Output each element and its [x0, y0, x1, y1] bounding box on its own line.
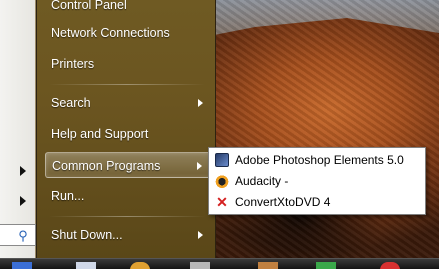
menu-item-network-connections[interactable]: Network Connections: [45, 20, 211, 46]
submenu-item-label: Audacity -: [235, 174, 289, 188]
start-menu-left-pane: ⚲: [0, 0, 36, 258]
submenu-item-convertxtodvd[interactable]: ✕ ConvertXtoDVD 4: [211, 192, 423, 213]
menu-item-label: Shut Down...: [51, 228, 123, 242]
menu-separator: [49, 216, 205, 217]
common-programs-submenu: Adobe Photoshop Elements 5.0 Audacity - …: [208, 147, 426, 215]
chevron-right-icon: [198, 99, 203, 107]
submenu-arrow-icon[interactable]: [20, 196, 26, 206]
menu-item-common-programs[interactable]: Common Programs: [45, 152, 211, 178]
taskbar-app-icon[interactable]: [12, 262, 32, 269]
menu-item-label: Printers: [51, 57, 95, 71]
menu-item-control-panel[interactable]: Control Panel: [45, 0, 211, 18]
audacity-icon: [215, 174, 229, 188]
search-input[interactable]: ⚲: [0, 224, 36, 246]
search-icon[interactable]: ⚲: [15, 228, 31, 244]
menu-item-label: Help and Support: [51, 127, 149, 141]
photoshop-icon: [215, 153, 229, 167]
submenu-item-label: Adobe Photoshop Elements 5.0: [235, 153, 404, 167]
menu-item-label: Search: [51, 96, 91, 110]
menu-item-label: Common Programs: [52, 159, 161, 173]
convertxtodvd-icon: ✕: [216, 194, 228, 210]
menu-item-help-and-support[interactable]: Help and Support: [45, 121, 211, 147]
menu-item-printers[interactable]: Printers: [45, 51, 211, 77]
menu-item-shut-down[interactable]: Shut Down...: [45, 222, 211, 248]
chevron-right-icon: [197, 162, 202, 170]
menu-item-search[interactable]: Search: [45, 90, 211, 116]
start-menu-right-pane: Control Panel Network Connections Printe…: [36, 0, 216, 258]
taskbar-app-icon[interactable]: [76, 262, 96, 269]
submenu-item-label: ConvertXtoDVD 4: [235, 195, 331, 209]
taskbar-app-icon[interactable]: [380, 262, 400, 269]
taskbar: [0, 258, 439, 269]
taskbar-app-icon[interactable]: [316, 262, 336, 269]
wallpaper-sky: [209, 0, 439, 36]
menu-item-label: Run...: [51, 189, 85, 203]
submenu-item-audacity[interactable]: Audacity -: [211, 171, 423, 192]
submenu-arrow-icon[interactable]: [20, 166, 26, 176]
taskbar-app-icon[interactable]: [130, 262, 150, 269]
taskbar-app-icon[interactable]: [258, 262, 278, 269]
menu-item-run[interactable]: Run...: [45, 183, 211, 209]
submenu-item-photoshop-elements[interactable]: Adobe Photoshop Elements 5.0: [211, 150, 423, 171]
menu-item-label: Control Panel: [51, 0, 127, 12]
taskbar-app-icon[interactable]: [190, 262, 210, 269]
chevron-right-icon: [198, 231, 203, 239]
menu-separator: [49, 84, 205, 85]
menu-item-label: Network Connections: [51, 26, 170, 40]
